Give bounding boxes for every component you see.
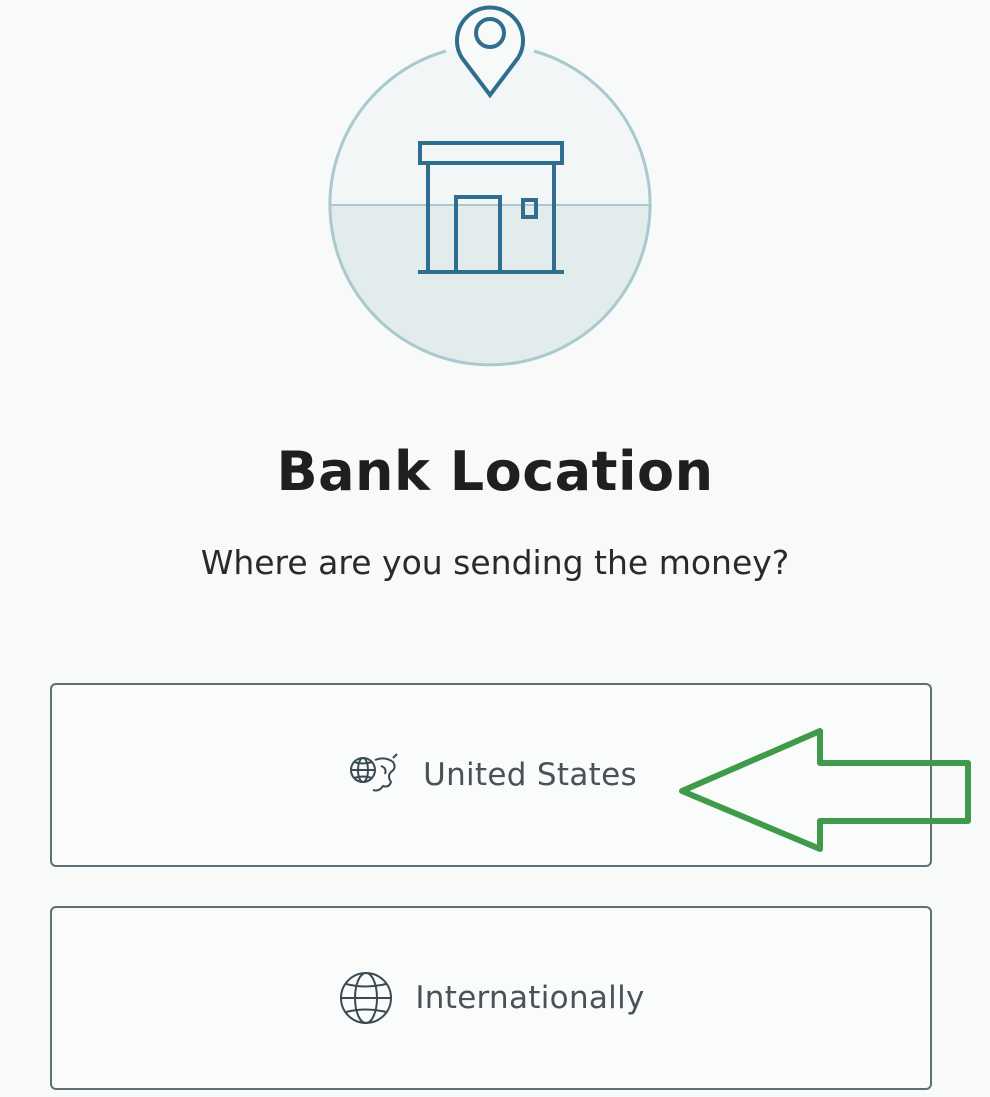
globe-icon bbox=[337, 969, 395, 1027]
page-title: Bank Location bbox=[276, 440, 714, 503]
us-globe-icon bbox=[345, 746, 403, 804]
page-subtitle: Where are you sending the money? bbox=[200, 543, 790, 582]
united-states-option-button[interactable]: United States bbox=[50, 683, 932, 867]
bank-location-screen: Bank Location Where are you sending the … bbox=[0, 0, 990, 1097]
internationally-option-button[interactable]: Internationally bbox=[50, 906, 932, 1090]
bank-location-illustration bbox=[328, 5, 652, 367]
united-states-label: United States bbox=[423, 757, 637, 793]
internationally-label: Internationally bbox=[415, 980, 645, 1016]
